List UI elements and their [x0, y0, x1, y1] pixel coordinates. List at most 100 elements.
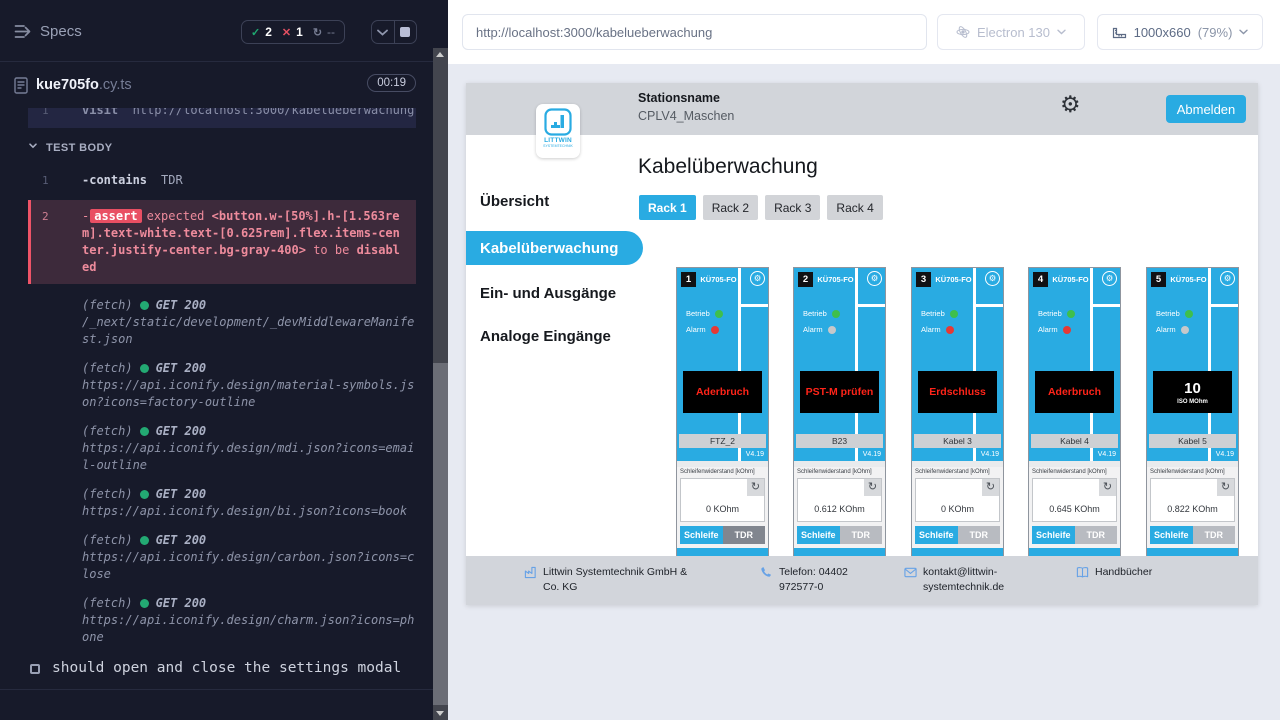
- device-model: KÜ705-FO: [933, 275, 974, 284]
- failed-assert-row[interactable]: 2-assertexpected <button.w-[50%].h-[1.56…: [28, 200, 416, 284]
- resistance-value: 0.822 KOhm: [1151, 504, 1234, 514]
- refresh-icon[interactable]: ↻: [1099, 479, 1116, 496]
- betrieb-led-row: Betrieb: [803, 309, 840, 318]
- success-dot-icon: [140, 490, 149, 499]
- sidebar-item-uebersicht[interactable]: Übersicht: [480, 193, 549, 210]
- scrollbar-thumb[interactable]: [433, 363, 448, 705]
- tab-rack-1[interactable]: Rack 1: [639, 195, 696, 220]
- divider: [1090, 268, 1093, 462]
- collapse-button[interactable]: [372, 21, 395, 43]
- tdr-button[interactable]: TDR: [1075, 526, 1118, 544]
- station-info: Stationsname CPLV4_Maschen: [638, 91, 734, 123]
- fetch-log-row: (fetch)GET 200 /_next/static/development…: [28, 297, 416, 348]
- stat-failed: ✕1: [282, 25, 303, 39]
- firmware-version: V4.19: [746, 451, 764, 458]
- schleife-button[interactable]: Schleife: [680, 526, 723, 544]
- betrieb-led: [1185, 310, 1193, 318]
- resistance-box: ↻ 0 KOhm: [680, 478, 765, 522]
- fetch-url: https://api.iconify.design/charm.json?ic…: [82, 612, 416, 646]
- fetch-url: https://api.iconify.design/carbon.json?i…: [82, 549, 416, 583]
- specs-list-icon[interactable]: [14, 24, 33, 39]
- settings-gear-icon[interactable]: ⚙: [1060, 93, 1081, 116]
- card-buttons: Schleife TDR: [1032, 526, 1117, 544]
- visit-url: http://localhost:3000/kabelueberwachung: [133, 108, 415, 117]
- alarm-led-row: Alarm: [1156, 325, 1189, 334]
- logout-button[interactable]: Abmelden: [1166, 95, 1246, 123]
- station-label: Stationsname: [638, 91, 734, 105]
- pending-test-icon: [30, 664, 40, 674]
- reporter-header: Specs ✓2 ✕1 ↻--: [0, 0, 434, 62]
- fetch-url: /_next/static/development/_devMiddleware…: [82, 314, 416, 348]
- refresh-icon[interactable]: ↻: [747, 479, 764, 496]
- specs-label[interactable]: Specs: [40, 23, 82, 40]
- scroll-down-arrow-icon[interactable]: [436, 711, 444, 716]
- url-input[interactable]: http://localhost:3000/kabelueberwachung: [462, 14, 927, 50]
- spec-file-name[interactable]: kue705fo.cy.ts: [36, 77, 132, 93]
- tdr-button[interactable]: TDR: [1193, 526, 1236, 544]
- scroll-up-arrow-icon[interactable]: [436, 52, 444, 57]
- divider: [1211, 304, 1238, 307]
- resistance-panel: Schleifenwiderstand [kOhm] ↻ 0.612 KOhm …: [794, 467, 885, 548]
- card-settings-gear-icon[interactable]: ⚙: [867, 271, 882, 286]
- refresh-icon[interactable]: ↻: [982, 479, 999, 496]
- reporter-scrollbar[interactable]: [433, 48, 448, 720]
- stop-icon: [400, 27, 410, 37]
- fetch-status: GET 200: [156, 360, 207, 377]
- page-title: Kabelüberwachung: [638, 155, 818, 179]
- schleife-button[interactable]: Schleife: [1150, 526, 1193, 544]
- footer-manuals[interactable]: Handbücher: [1076, 565, 1152, 580]
- slot-number-badge: 3: [916, 272, 931, 287]
- app-under-test: Stationsname CPLV4_Maschen ⚙ Abmelden LI…: [466, 83, 1258, 605]
- spec-file-ext: .cy.ts: [99, 77, 132, 93]
- footer-email-text: kontakt@littwin-systemtechnik.de: [923, 565, 1004, 595]
- sidebar-item-analoge-eingaenge[interactable]: Analoge Eingänge: [480, 328, 611, 345]
- resistance-box: ↻ 0.645 KOhm: [1032, 478, 1117, 522]
- stop-button[interactable]: [395, 21, 417, 43]
- pending-test-row[interactable]: should open and close the settings modal: [30, 660, 416, 677]
- sidebar-item-ein-und-ausgaenge[interactable]: Ein- und Ausgänge: [480, 285, 616, 302]
- schleife-button[interactable]: Schleife: [915, 526, 958, 544]
- check-icon: ✓: [251, 26, 260, 39]
- tdr-button[interactable]: TDR: [723, 526, 766, 544]
- alarm-led-row: Alarm: [686, 325, 719, 334]
- chevron-down-icon: [29, 143, 37, 149]
- alarm-led: [946, 326, 954, 334]
- iso-value: 10: [1184, 380, 1201, 397]
- card-settings-gear-icon[interactable]: ⚙: [985, 271, 1000, 286]
- success-dot-icon: [140, 301, 149, 310]
- card-buttons: Schleife TDR: [680, 526, 765, 544]
- viewport-select[interactable]: 1000x660 (79%): [1097, 14, 1263, 50]
- test-body-section[interactable]: TEST BODY: [28, 140, 416, 157]
- slot-number-badge: 4: [1033, 272, 1048, 287]
- visit-line-number: 1: [42, 108, 49, 119]
- contains-command-row[interactable]: 1-containsTDR: [28, 167, 416, 194]
- status-display: PST-M prüfen: [800, 371, 879, 413]
- card-buttons: Schleife TDR: [797, 526, 882, 544]
- schleife-button[interactable]: Schleife: [1032, 526, 1075, 544]
- dash: -: [82, 209, 89, 223]
- success-dot-icon: [140, 427, 149, 436]
- tdr-button[interactable]: TDR: [958, 526, 1001, 544]
- fetch-label: (fetch): [82, 595, 133, 612]
- cable-name: Kabel 5: [1149, 434, 1236, 448]
- tab-rack-2[interactable]: Rack 2: [703, 195, 758, 220]
- sidebar-item-kabelueberwachung[interactable]: Kabelüberwachung: [466, 231, 643, 265]
- card-settings-gear-icon[interactable]: ⚙: [750, 271, 765, 286]
- resistance-panel: Schleifenwiderstand [kOhm] ↻ 0 KOhm Schl…: [677, 467, 768, 548]
- tab-rack-4[interactable]: Rack 4: [827, 195, 882, 220]
- schleife-button[interactable]: Schleife: [797, 526, 840, 544]
- browser-select[interactable]: Electron 130: [937, 14, 1085, 50]
- resistance-label: Schleifenwiderstand [kOhm]: [915, 469, 990, 475]
- card-settings-gear-icon[interactable]: ⚙: [1220, 271, 1235, 286]
- tab-rack-3[interactable]: Rack 3: [765, 195, 820, 220]
- tdr-button[interactable]: TDR: [840, 526, 883, 544]
- divider: [1208, 268, 1211, 462]
- logo-subtext: SYSTEMTECHNIK: [543, 144, 573, 148]
- url-toolbar: http://localhost:3000/kabelueberwachung …: [448, 0, 1280, 64]
- refresh-icon[interactable]: ↻: [864, 479, 881, 496]
- phone-icon: [760, 566, 773, 579]
- card-settings-gear-icon[interactable]: ⚙: [1102, 271, 1117, 286]
- visit-command-row[interactable]: 1visit http://localhost:3000/kabelueberw…: [28, 108, 416, 128]
- refresh-icon[interactable]: ↻: [1217, 479, 1234, 496]
- fetch-url: https://api.iconify.design/mdi.json?icon…: [82, 440, 416, 474]
